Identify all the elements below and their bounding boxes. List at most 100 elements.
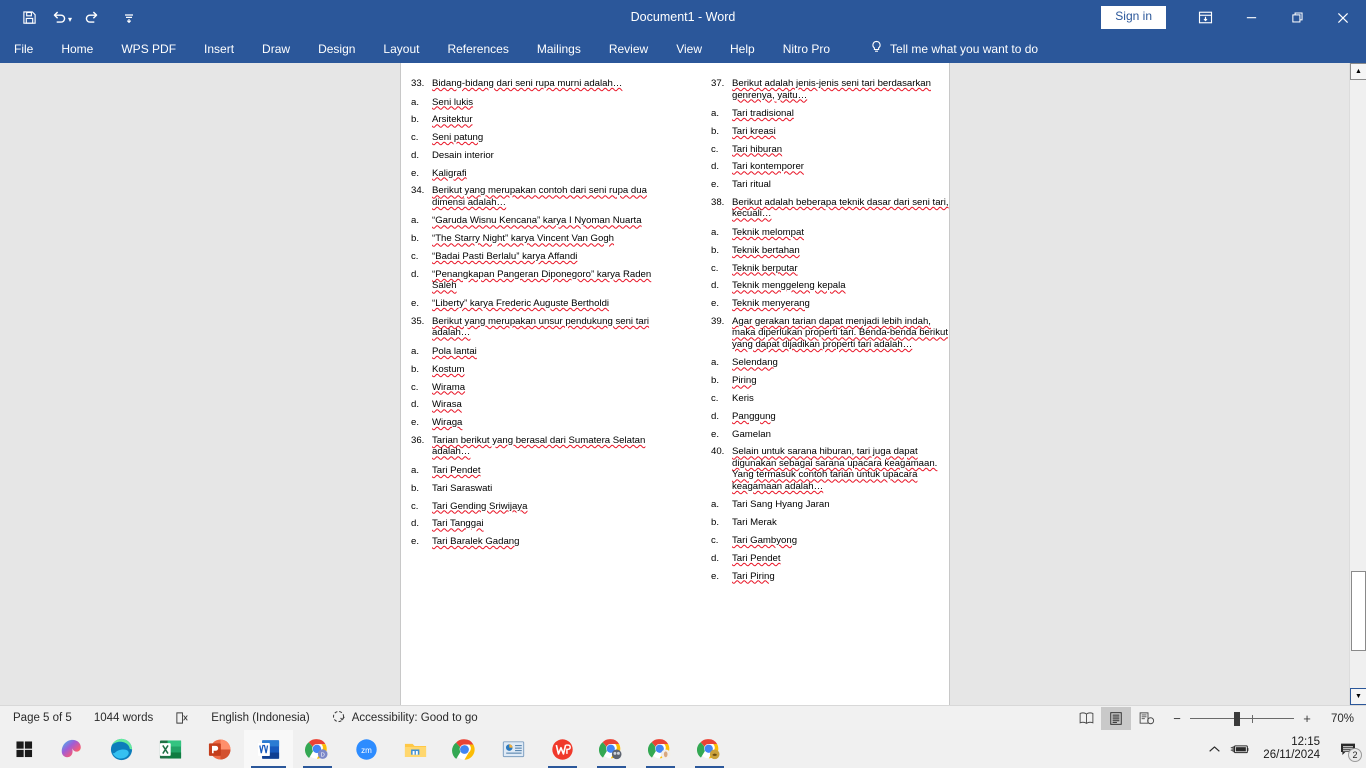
taskbar-excel[interactable] (146, 730, 195, 768)
option-marker: d. (711, 161, 720, 173)
vertical-scrollbar[interactable]: ▲ ▼ (1349, 63, 1366, 705)
notification-count-badge: 2 (1348, 748, 1362, 762)
taskbar-chrome-window-2[interactable] (587, 730, 636, 768)
taskbar-zoom[interactable]: zm (342, 730, 391, 768)
option-text: Tari Pendet (732, 552, 781, 564)
document-column-right: 37. Berikut adalah jenis-jenis seni tari… (676, 78, 949, 698)
option-text: Tari Piring (732, 570, 775, 582)
taskbar-wps-office[interactable] (538, 730, 587, 768)
customize-quick-access-icon[interactable] (114, 3, 144, 33)
tab-nitro-pro[interactable]: Nitro Pro (769, 35, 844, 63)
taskbar-chrome-window-3[interactable] (636, 730, 685, 768)
tab-wps-pdf[interactable]: WPS PDF (107, 35, 190, 63)
tab-layout[interactable]: Layout (369, 35, 433, 63)
tab-design[interactable]: Design (304, 35, 369, 63)
option-item: a. Pola lantai (411, 346, 676, 358)
document-page[interactable]: 33. Bidang-bidang dari seni rupa murni a… (400, 63, 950, 705)
restore-icon[interactable] (1274, 0, 1320, 35)
notifications-icon[interactable]: 2 (1330, 730, 1366, 768)
zoom-slider-thumb[interactable] (1234, 711, 1240, 726)
zoom-control: − + 70% (1171, 711, 1360, 726)
web-layout-view-button[interactable] (1131, 707, 1161, 730)
taskbar-chrome-docs[interactable]: D (293, 730, 342, 768)
scrollbar-thumb[interactable] (1351, 571, 1366, 651)
tab-file[interactable]: File (0, 35, 47, 63)
option-marker: c. (411, 251, 419, 263)
scroll-up-button[interactable]: ▲ (1350, 63, 1366, 80)
tab-home[interactable]: Home (47, 35, 107, 63)
taskbar-copilot[interactable] (48, 730, 97, 768)
taskbar-file-explorer[interactable] (391, 730, 440, 768)
undo-dropdown-chevron-down-icon[interactable]: ▾ (68, 15, 72, 24)
accessibility-status[interactable]: Accessibility: Good to go (321, 706, 489, 731)
redo-icon[interactable] (76, 3, 106, 33)
taskbar-edge[interactable] (97, 730, 146, 768)
zoom-level-label[interactable]: 70% (1320, 713, 1354, 725)
option-text: Tari Gambyong (732, 535, 798, 547)
tab-references[interactable]: References (433, 35, 522, 63)
battery-charging-icon[interactable] (1227, 730, 1253, 768)
page-number-status[interactable]: Page 5 of 5 (0, 706, 83, 731)
scroll-down-button[interactable]: ▼ (1350, 688, 1366, 705)
taskbar-clock[interactable]: 12:15 26/11/2024 (1253, 736, 1330, 762)
tab-draw[interactable]: Draw (248, 35, 304, 63)
option-marker: a. (711, 108, 720, 119)
option-text: Teknik bertahan (732, 244, 800, 256)
zoom-in-button[interactable]: + (1301, 711, 1313, 726)
option-item: c. Tari hiburan (711, 144, 949, 156)
taskbar-chrome-window-4[interactable] (685, 730, 734, 768)
word-count-status[interactable]: 1044 words (83, 706, 164, 731)
option-item: e. “Liberty” karya Frederic Auguste Bert… (411, 298, 676, 310)
tell-me-search[interactable]: Tell me what you want to do (870, 40, 1038, 58)
option-item: b. Kostum (411, 364, 676, 376)
proofing-errors-icon[interactable] (164, 706, 200, 731)
save-icon[interactable] (14, 3, 44, 33)
option-item: e. Teknik menyerang (711, 298, 949, 310)
svg-text:D: D (321, 752, 325, 758)
close-icon[interactable] (1320, 0, 1366, 35)
question-text: Berikut yang merupakan contoh dari seni … (432, 185, 647, 208)
sign-in-button[interactable]: Sign in (1101, 6, 1166, 29)
taskbar-word[interactable] (244, 730, 293, 768)
option-item: a. Selendang (711, 357, 949, 369)
tab-view[interactable]: View (662, 35, 716, 63)
ribbon-tab-bar: File Home WPS PDF Insert Draw Design Lay… (0, 35, 1366, 91)
ribbon-display-options-icon[interactable] (1182, 0, 1228, 35)
option-item: a. Teknik melompat (711, 227, 949, 239)
taskbar-chrome[interactable] (440, 730, 489, 768)
option-text: Seni lukis (432, 96, 474, 108)
show-hidden-icons-chevron[interactable] (1201, 730, 1227, 768)
read-mode-view-button[interactable] (1071, 707, 1101, 730)
question-marker: 37. (711, 78, 725, 89)
tab-insert[interactable]: Insert (190, 35, 248, 63)
accessibility-icon (332, 710, 346, 727)
option-item: a. Seni lukis (411, 97, 676, 109)
question-text: Berikut yang merupakan unsur pendukung s… (432, 315, 650, 339)
taskbar-powerpoint[interactable] (195, 730, 244, 768)
question-marker: 38. (711, 196, 725, 208)
tab-review[interactable]: Review (595, 35, 662, 63)
option-text: Tari Pendet (432, 464, 481, 476)
windows-start-icon[interactable] (0, 730, 48, 768)
question-marker: 39. (711, 315, 725, 327)
tab-mailings[interactable]: Mailings (523, 35, 595, 63)
option-marker: b. (711, 244, 720, 256)
option-item: c. Tari Gending Sriwijaya (411, 501, 676, 513)
document-workspace: 33. Bidang-bidang dari seni rupa murni a… (0, 63, 1366, 705)
print-layout-view-button[interactable] (1101, 707, 1131, 730)
option-text: Wiraga (432, 417, 463, 429)
page-columns: 33. Bidang-bidang dari seni rupa murni a… (401, 78, 949, 698)
language-status[interactable]: English (Indonesia) (200, 706, 320, 731)
minimize-icon[interactable] (1228, 0, 1274, 35)
option-marker: a. (411, 464, 420, 476)
zoom-out-button[interactable]: − (1171, 711, 1183, 726)
zoom-slider[interactable] (1190, 711, 1294, 726)
title-bar: ▾ Document1 - Word Sign in (0, 0, 1366, 35)
option-marker: b. (411, 363, 420, 375)
option-marker: e. (411, 417, 420, 429)
option-item: e. Kaligrafi (411, 168, 676, 180)
question-marker: 35. (411, 315, 425, 327)
tab-help[interactable]: Help (716, 35, 769, 63)
taskbar-presentation[interactable] (489, 730, 538, 768)
option-marker: e. (411, 298, 420, 310)
